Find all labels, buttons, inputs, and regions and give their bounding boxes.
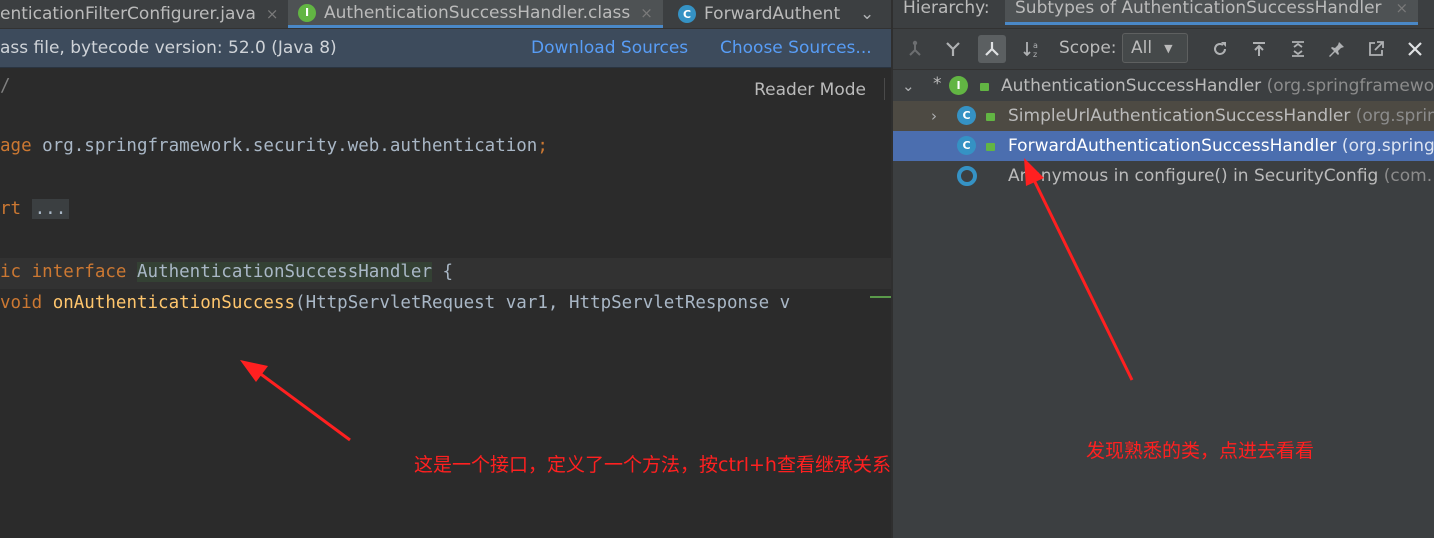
scope-label: Scope: — [1059, 38, 1117, 58]
hierarchy-title: Hierarchy: — [903, 0, 990, 18]
tab-filter-configurer[interactable]: enticationFilterConfigurer.java × — [0, 0, 278, 28]
package-name: (com. — [1378, 166, 1433, 186]
svg-text:a: a — [1033, 41, 1038, 50]
dropdown-arrow-icon: ▼ — [1164, 41, 1173, 55]
open-brace: { — [432, 262, 454, 282]
hierarchy-toolbar: az Scope: All ▼ — [893, 29, 1434, 70]
banner-message: ass file, bytecode version: 52.0 (Java 8… — [0, 38, 337, 58]
class-name: AuthenticationSuccessHandler — [1001, 76, 1262, 96]
tab-label: ForwardAuthent — [704, 4, 841, 24]
package-name: (org.sprin — [1350, 106, 1434, 126]
tree-node-simple-url-handler[interactable]: › C SimpleUrlAuthenticationSuccessHandle… — [893, 101, 1434, 131]
tab-subtypes[interactable]: Subtypes of AuthenticationSuccessHandler… — [1005, 0, 1419, 25]
class-icon: C — [957, 136, 976, 155]
code-line-interface: ic interface AuthenticationSuccessHandle… — [0, 262, 453, 282]
tab-forward-authentication[interactable]: C ForwardAuthent — [678, 0, 840, 28]
interface-icon: I — [298, 3, 316, 22]
scope-select[interactable]: All ▼ — [1122, 33, 1188, 63]
tab-label: enticationFilterConfigurer.java — [0, 4, 256, 24]
expand-all-icon[interactable] — [1284, 35, 1312, 63]
package-name: org.springframework.security.web.authent… — [31, 136, 538, 156]
tree-node-label: Anonymous in configure() in SecurityConf… — [1008, 166, 1432, 186]
tree-node-authentication-success-handler[interactable]: ⌄ * I AuthenticationSuccessHandler (org.… — [893, 71, 1434, 101]
expand-arrow-icon[interactable]: ⌄ — [902, 77, 915, 95]
scope-value: All — [1131, 38, 1153, 58]
editor-tab-bar: enticationFilterConfigurer.java × I Auth… — [0, 0, 891, 29]
anonymous-class-icon — [957, 166, 977, 186]
reader-mode-button[interactable]: Reader Mode — [754, 80, 866, 100]
decompiled-banner: ass file, bytecode version: 52.0 (Java 8… — [0, 29, 891, 68]
base-marker: * — [933, 74, 942, 94]
tree-node-label: ForwardAuthenticationSuccessHandler (org… — [1008, 136, 1434, 156]
public-lock-icon — [986, 113, 995, 121]
class-hierarchy-icon[interactable] — [901, 35, 929, 63]
method-name: onAuthenticationSuccess — [52, 293, 296, 313]
expand-arrow-icon[interactable]: › — [931, 107, 937, 125]
import-keyword: rt — [0, 199, 22, 219]
tab-label: Subtypes of AuthenticationSuccessHandler — [1015, 0, 1382, 18]
public-lock-icon — [980, 83, 989, 91]
class-icon: C — [678, 5, 696, 23]
comment-text: / — [0, 76, 11, 96]
close-icon[interactable]: × — [266, 5, 279, 23]
tabs-overflow-chevron-icon[interactable]: ⌄ — [860, 0, 874, 28]
choose-sources-link[interactable]: Choose Sources... — [720, 38, 872, 58]
sort-alphabetically-icon[interactable]: az — [1018, 35, 1046, 63]
public-keyword: ic — [0, 262, 22, 282]
method-params: (HttpServletRequest var1, HttpServletRes… — [295, 293, 791, 313]
code-line-method: void onAuthenticationSuccess(HttpServlet… — [0, 293, 790, 313]
download-sources-link[interactable]: Download Sources — [531, 38, 688, 58]
class-name: Anonymous in configure() in SecurityConf… — [1008, 166, 1379, 186]
gutter-mark — [870, 296, 891, 298]
supertypes-hierarchy-icon[interactable] — [939, 35, 967, 63]
close-icon[interactable]: × — [1396, 0, 1409, 17]
subtypes-hierarchy-icon[interactable] — [978, 35, 1006, 63]
refresh-icon[interactable] — [1206, 35, 1234, 63]
close-icon[interactable] — [1401, 35, 1429, 63]
tree-node-label: SimpleUrlAuthenticationSuccessHandler (o… — [1008, 106, 1434, 126]
svg-text:z: z — [1033, 50, 1037, 58]
divider — [884, 78, 885, 100]
pin-icon[interactable] — [1323, 35, 1351, 63]
annotation-left: 这是一个接口，定义了一个方法，按ctrl+h查看继承关系 — [414, 454, 891, 476]
close-icon[interactable]: × — [640, 4, 653, 22]
interface-name: AuthenticationSuccessHandler — [137, 262, 433, 282]
open-in-window-icon[interactable] — [1362, 35, 1390, 63]
package-name: (org.spring — [1336, 136, 1434, 156]
package-keyword: age — [0, 136, 32, 156]
import-fold-placeholder[interactable]: ... — [31, 199, 70, 219]
tree-node-label: AuthenticationSuccessHandler (org.spring… — [1001, 76, 1434, 96]
code-line-package: age org.springframework.security.web.aut… — [0, 136, 548, 156]
hierarchy-header: Hierarchy: Subtypes of AuthenticationSuc… — [893, 0, 1434, 29]
tab-authentication-success-handler[interactable]: I AuthenticationSuccessHandler.class × — [288, 0, 663, 28]
tree-node-forward-handler-selected[interactable]: C ForwardAuthenticationSuccessHandler (o… — [893, 131, 1434, 161]
export-icon[interactable] — [1245, 35, 1273, 63]
annotation-right: 发现熟悉的类，点进去看看 — [1086, 440, 1315, 462]
interface-icon: I — [949, 76, 968, 95]
public-lock-icon — [986, 143, 995, 151]
tab-label: AuthenticationSuccessHandler.class — [324, 2, 631, 23]
class-name: ForwardAuthenticationSuccessHandler — [1008, 136, 1337, 156]
tree-node-anonymous-class[interactable]: Anonymous in configure() in SecurityConf… — [893, 161, 1434, 191]
interface-keyword: interface — [31, 262, 127, 282]
class-icon: C — [957, 106, 976, 125]
class-name: SimpleUrlAuthenticationSuccessHandler — [1008, 106, 1351, 126]
code-line-comment: / — [0, 76, 11, 96]
package-name: (org.springframewo — [1261, 76, 1434, 96]
void-keyword: void — [0, 293, 43, 313]
code-line-import: rt ... — [0, 199, 70, 219]
semicolon: ; — [537, 136, 548, 156]
